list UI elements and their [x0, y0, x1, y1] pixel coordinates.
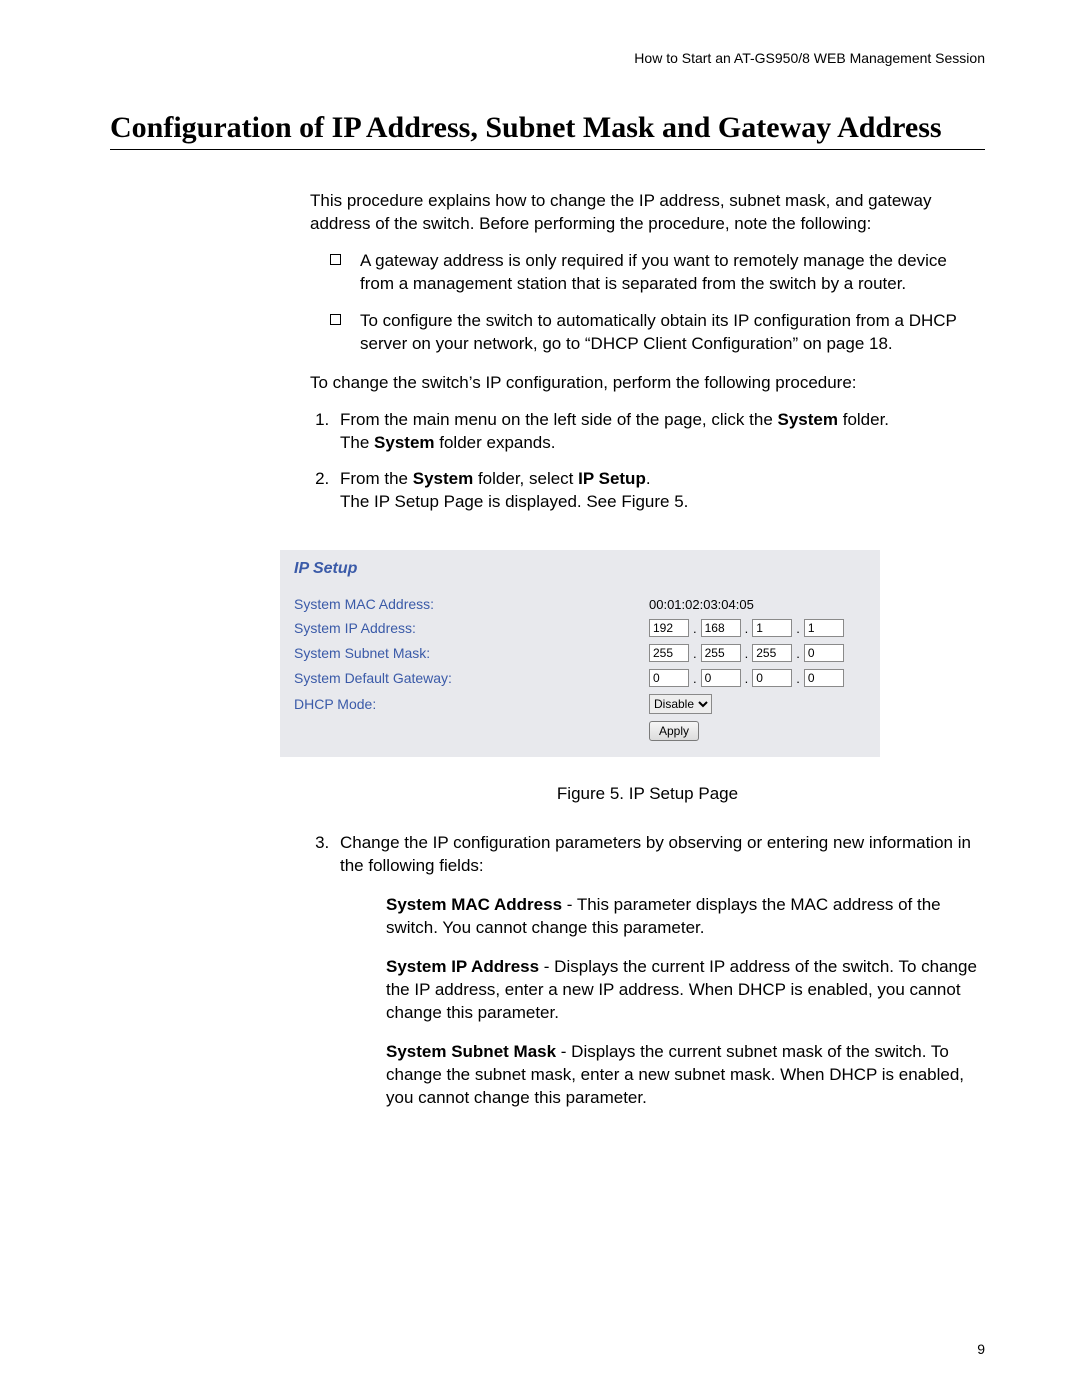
step-text: folder, select — [473, 469, 578, 488]
step-bold: System — [778, 410, 838, 429]
steps-list: From the main menu on the left side of t… — [310, 409, 985, 515]
dot-icon: . — [745, 671, 749, 686]
ip-octet-1[interactable] — [649, 619, 689, 637]
step-2: From the System folder, select IP Setup.… — [334, 468, 985, 514]
step-text: From the main menu on the left side of t… — [340, 410, 778, 429]
param-mac: System MAC Address - This parameter disp… — [386, 894, 985, 940]
dhcp-mode-select[interactable]: Disable — [649, 694, 712, 714]
label-dhcp: DHCP Mode: — [294, 696, 649, 712]
apply-button[interactable]: Apply — [649, 721, 699, 741]
label-gateway: System Default Gateway: — [294, 670, 649, 686]
gw-octet-2[interactable] — [701, 669, 741, 687]
body-block: This procedure explains how to change th… — [310, 190, 985, 514]
steps-list-continued: Change the IP configuration parameters b… — [310, 832, 985, 1109]
square-bullet-icon — [330, 314, 341, 325]
gw-octet-1[interactable] — [649, 669, 689, 687]
ip-setup-panel: IP Setup System MAC Address: 00:01:02:03… — [280, 550, 880, 757]
mask-octet-2[interactable] — [701, 644, 741, 662]
step-sub: The — [340, 433, 374, 452]
step-1: From the main menu on the left side of t… — [334, 409, 985, 455]
ip-octet-4[interactable] — [804, 619, 844, 637]
step-sub: The IP Setup Page is displayed. See Figu… — [340, 492, 688, 511]
label-mac: System MAC Address: — [294, 596, 649, 612]
row-ip: System IP Address: . . . — [294, 619, 866, 637]
after-figure: Figure 5. IP Setup Page Change the IP co… — [310, 783, 985, 1109]
gateway-octets: . . . — [649, 669, 844, 687]
note-text: To configure the switch to automatically… — [360, 311, 957, 353]
apply-wrap: Apply — [649, 721, 866, 741]
running-head: How to Start an AT-GS950/8 WEB Managemen… — [110, 50, 985, 66]
param-ip: System IP Address - Displays the current… — [386, 956, 985, 1025]
dot-icon: . — [745, 621, 749, 636]
figure-caption: Figure 5. IP Setup Page — [310, 783, 985, 806]
square-bullet-icon — [330, 254, 341, 265]
step-bold: System — [374, 433, 434, 452]
title-rule — [110, 149, 985, 150]
mask-octet-4[interactable] — [804, 644, 844, 662]
label-mask: System Subnet Mask: — [294, 645, 649, 661]
dot-icon: . — [693, 671, 697, 686]
note-text: A gateway address is only required if yo… — [360, 251, 947, 293]
note-item: A gateway address is only required if yo… — [310, 250, 985, 296]
step-text: . — [646, 469, 651, 488]
label-ip: System IP Address: — [294, 620, 649, 636]
param-block: System MAC Address - This parameter disp… — [386, 894, 985, 1110]
step-3: Change the IP configuration parameters b… — [334, 832, 985, 1109]
ip-octet-2[interactable] — [701, 619, 741, 637]
page-title: Configuration of IP Address, Subnet Mask… — [110, 111, 985, 145]
step-sub: folder expands. — [435, 433, 556, 452]
step-bold: System — [413, 469, 473, 488]
mask-octet-1[interactable] — [649, 644, 689, 662]
page-number: 9 — [977, 1341, 985, 1357]
figure-ip-setup: IP Setup System MAC Address: 00:01:02:03… — [280, 550, 880, 757]
row-mac: System MAC Address: 00:01:02:03:04:05 — [294, 596, 866, 612]
ip-octets: . . . — [649, 619, 844, 637]
step-text: Change the IP configuration parameters b… — [340, 833, 971, 875]
lead-paragraph: To change the switch’s IP configuration,… — [310, 372, 985, 395]
mask-octets: . . . — [649, 644, 844, 662]
note-item: To configure the switch to automatically… — [310, 310, 985, 356]
notes-list: A gateway address is only required if yo… — [310, 250, 985, 356]
mac-value: 00:01:02:03:04:05 — [649, 597, 754, 612]
row-gateway: System Default Gateway: . . . — [294, 669, 866, 687]
dot-icon: . — [693, 621, 697, 636]
dot-icon: . — [796, 621, 800, 636]
dot-icon: . — [796, 671, 800, 686]
panel-title: IP Setup — [294, 560, 866, 578]
gw-octet-4[interactable] — [804, 669, 844, 687]
dot-icon: . — [693, 646, 697, 661]
step-text: From the — [340, 469, 413, 488]
intro-paragraph: This procedure explains how to change th… — [310, 190, 985, 236]
ip-octet-3[interactable] — [752, 619, 792, 637]
gw-octet-3[interactable] — [752, 669, 792, 687]
row-mask: System Subnet Mask: . . . — [294, 644, 866, 662]
param-bold: System MAC Address — [386, 895, 562, 914]
step-text: folder. — [838, 410, 889, 429]
page: How to Start an AT-GS950/8 WEB Managemen… — [0, 0, 1080, 1397]
param-mask: System Subnet Mask - Displays the curren… — [386, 1041, 985, 1110]
dot-icon: . — [745, 646, 749, 661]
dot-icon: . — [796, 646, 800, 661]
row-dhcp: DHCP Mode: Disable — [294, 694, 866, 714]
param-bold: System Subnet Mask — [386, 1042, 556, 1061]
step-bold: IP Setup — [578, 469, 646, 488]
param-bold: System IP Address — [386, 957, 539, 976]
mask-octet-3[interactable] — [752, 644, 792, 662]
